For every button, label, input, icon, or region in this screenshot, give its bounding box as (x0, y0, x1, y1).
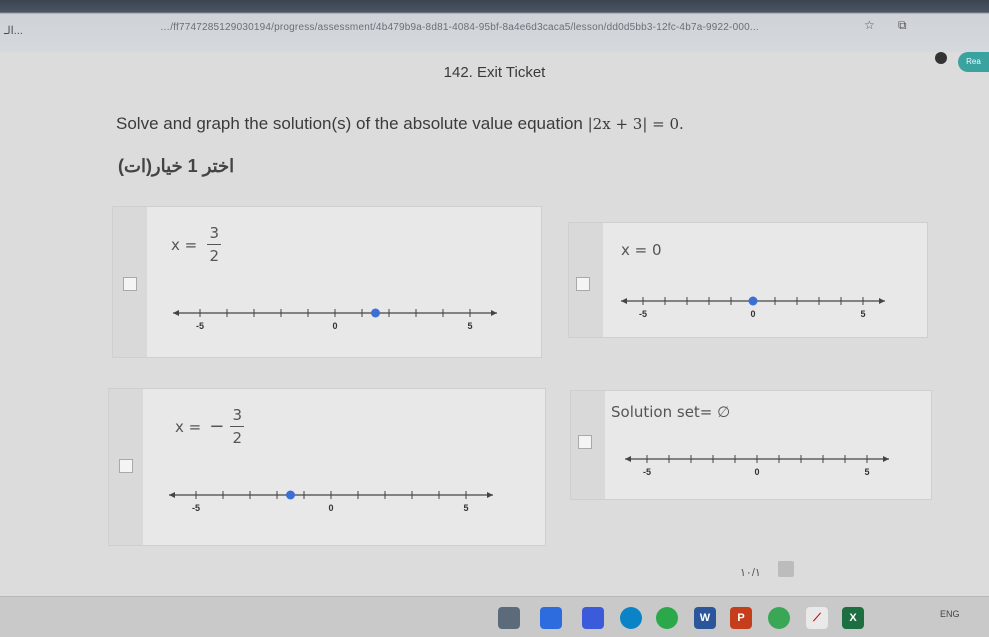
tick-label: -5 (196, 321, 204, 331)
right-arrow-icon (487, 492, 493, 498)
option-card-2[interactable]: x = 0 -5 0 5 (568, 222, 928, 338)
select-instruction: اختر 1 خيار(ات) (118, 156, 235, 176)
file-explorer-icon[interactable] (498, 607, 520, 629)
option-card-4[interactable]: Solution set= ∅ -5 0 5 (570, 390, 932, 500)
left-arrow-icon (173, 310, 179, 316)
back-link[interactable]: الـ... (4, 24, 23, 37)
fraction-denominator: 2 (232, 429, 243, 447)
question-equation: |2x + 3| = 0. (587, 115, 684, 133)
option-checkbox-4[interactable] (578, 435, 592, 449)
option-answer-3: x = − 3 2 (175, 405, 245, 448)
answer-plain: x = 0 (621, 241, 662, 259)
left-arrow-icon (621, 298, 627, 304)
answer-prefix: x = (171, 235, 198, 254)
left-arrow-icon (169, 492, 175, 498)
option-checkbox-1[interactable] (123, 277, 137, 291)
answer-fraction: 3 2 (230, 405, 245, 448)
fraction-numerator: 3 (232, 406, 243, 424)
profile-avatar[interactable] (935, 52, 947, 64)
right-arrow-icon (491, 310, 497, 316)
language-indicator[interactable]: ENG (940, 609, 960, 619)
pdf-icon[interactable]: ⟋ (806, 607, 828, 629)
fraction-denominator: 2 (209, 247, 219, 265)
option-checkbox-3[interactable] (119, 459, 133, 473)
chrome-icon[interactable] (656, 607, 678, 629)
answer-prefix: x = (175, 417, 202, 436)
teams-icon[interactable] (540, 607, 562, 629)
taskbar: W P ⟋ X ENG (0, 596, 989, 637)
word-icon[interactable]: W (694, 607, 716, 629)
question-prompt: Solve and graph the solution(s) of the a… (116, 114, 583, 133)
chat-icon[interactable] (582, 607, 604, 629)
browser-chrome: الـ... …/ff7747285129030194/progress/ass… (0, 0, 989, 52)
number-line-3: -5 0 5 (169, 490, 493, 513)
option-answer-1: x = 3 2 (171, 223, 222, 266)
edge-icon[interactable] (620, 607, 642, 629)
option-card-3[interactable]: x = − 3 2 -5 0 5 (108, 388, 546, 546)
tick-label: -5 (192, 503, 200, 513)
star-icon[interactable]: ☆ (864, 18, 875, 32)
option-answer-4: Solution set= ∅ (611, 403, 730, 421)
tick-label: 5 (467, 321, 472, 331)
page-indicator: ١٠/١ (740, 567, 761, 579)
tick-label: -5 (639, 309, 647, 319)
tick-label: -5 (643, 467, 651, 477)
extension-icon[interactable]: ⧉ (898, 18, 907, 33)
tick-label: 0 (750, 309, 755, 319)
option-card-1[interactable]: x = 3 2 -5 0 5 (112, 206, 542, 358)
answer-sign: − (209, 416, 225, 437)
excel-icon[interactable]: X (842, 607, 864, 629)
question-text: Solve and graph the solution(s) of the a… (116, 114, 684, 134)
right-arrow-icon (883, 456, 889, 462)
fraction-numerator: 3 (209, 224, 219, 242)
solution-point (748, 296, 758, 306)
left-arrow-icon (625, 456, 631, 462)
page-title: 142. Exit Ticket (443, 64, 546, 81)
tick-label: 5 (860, 309, 865, 319)
solution-point (371, 308, 380, 318)
address-bar[interactable]: …/ff7747285129030194/progress/assessment… (160, 22, 860, 33)
tick-label: 5 (864, 467, 869, 477)
solution-point (286, 490, 295, 500)
answer-plain: Solution set= ∅ (611, 403, 731, 421)
number-line-4: -5 0 5 (625, 455, 889, 477)
next-button[interactable] (778, 561, 794, 577)
answer-fraction: 3 2 (207, 223, 222, 266)
tick-label: 5 (463, 503, 468, 513)
option-checkbox-2[interactable] (576, 277, 590, 291)
number-line-1: -5 0 5 (173, 308, 497, 331)
number-line-2: -5 0 5 (621, 296, 885, 319)
tick-label: 0 (754, 467, 759, 477)
right-arrow-icon (879, 298, 885, 304)
powerpoint-icon[interactable]: P (730, 607, 752, 629)
chrome-profile-icon[interactable] (768, 607, 790, 629)
option-answer-2: x = 0 (621, 241, 662, 259)
tick-label: 0 (328, 503, 333, 513)
tick-label: 0 (332, 321, 337, 331)
